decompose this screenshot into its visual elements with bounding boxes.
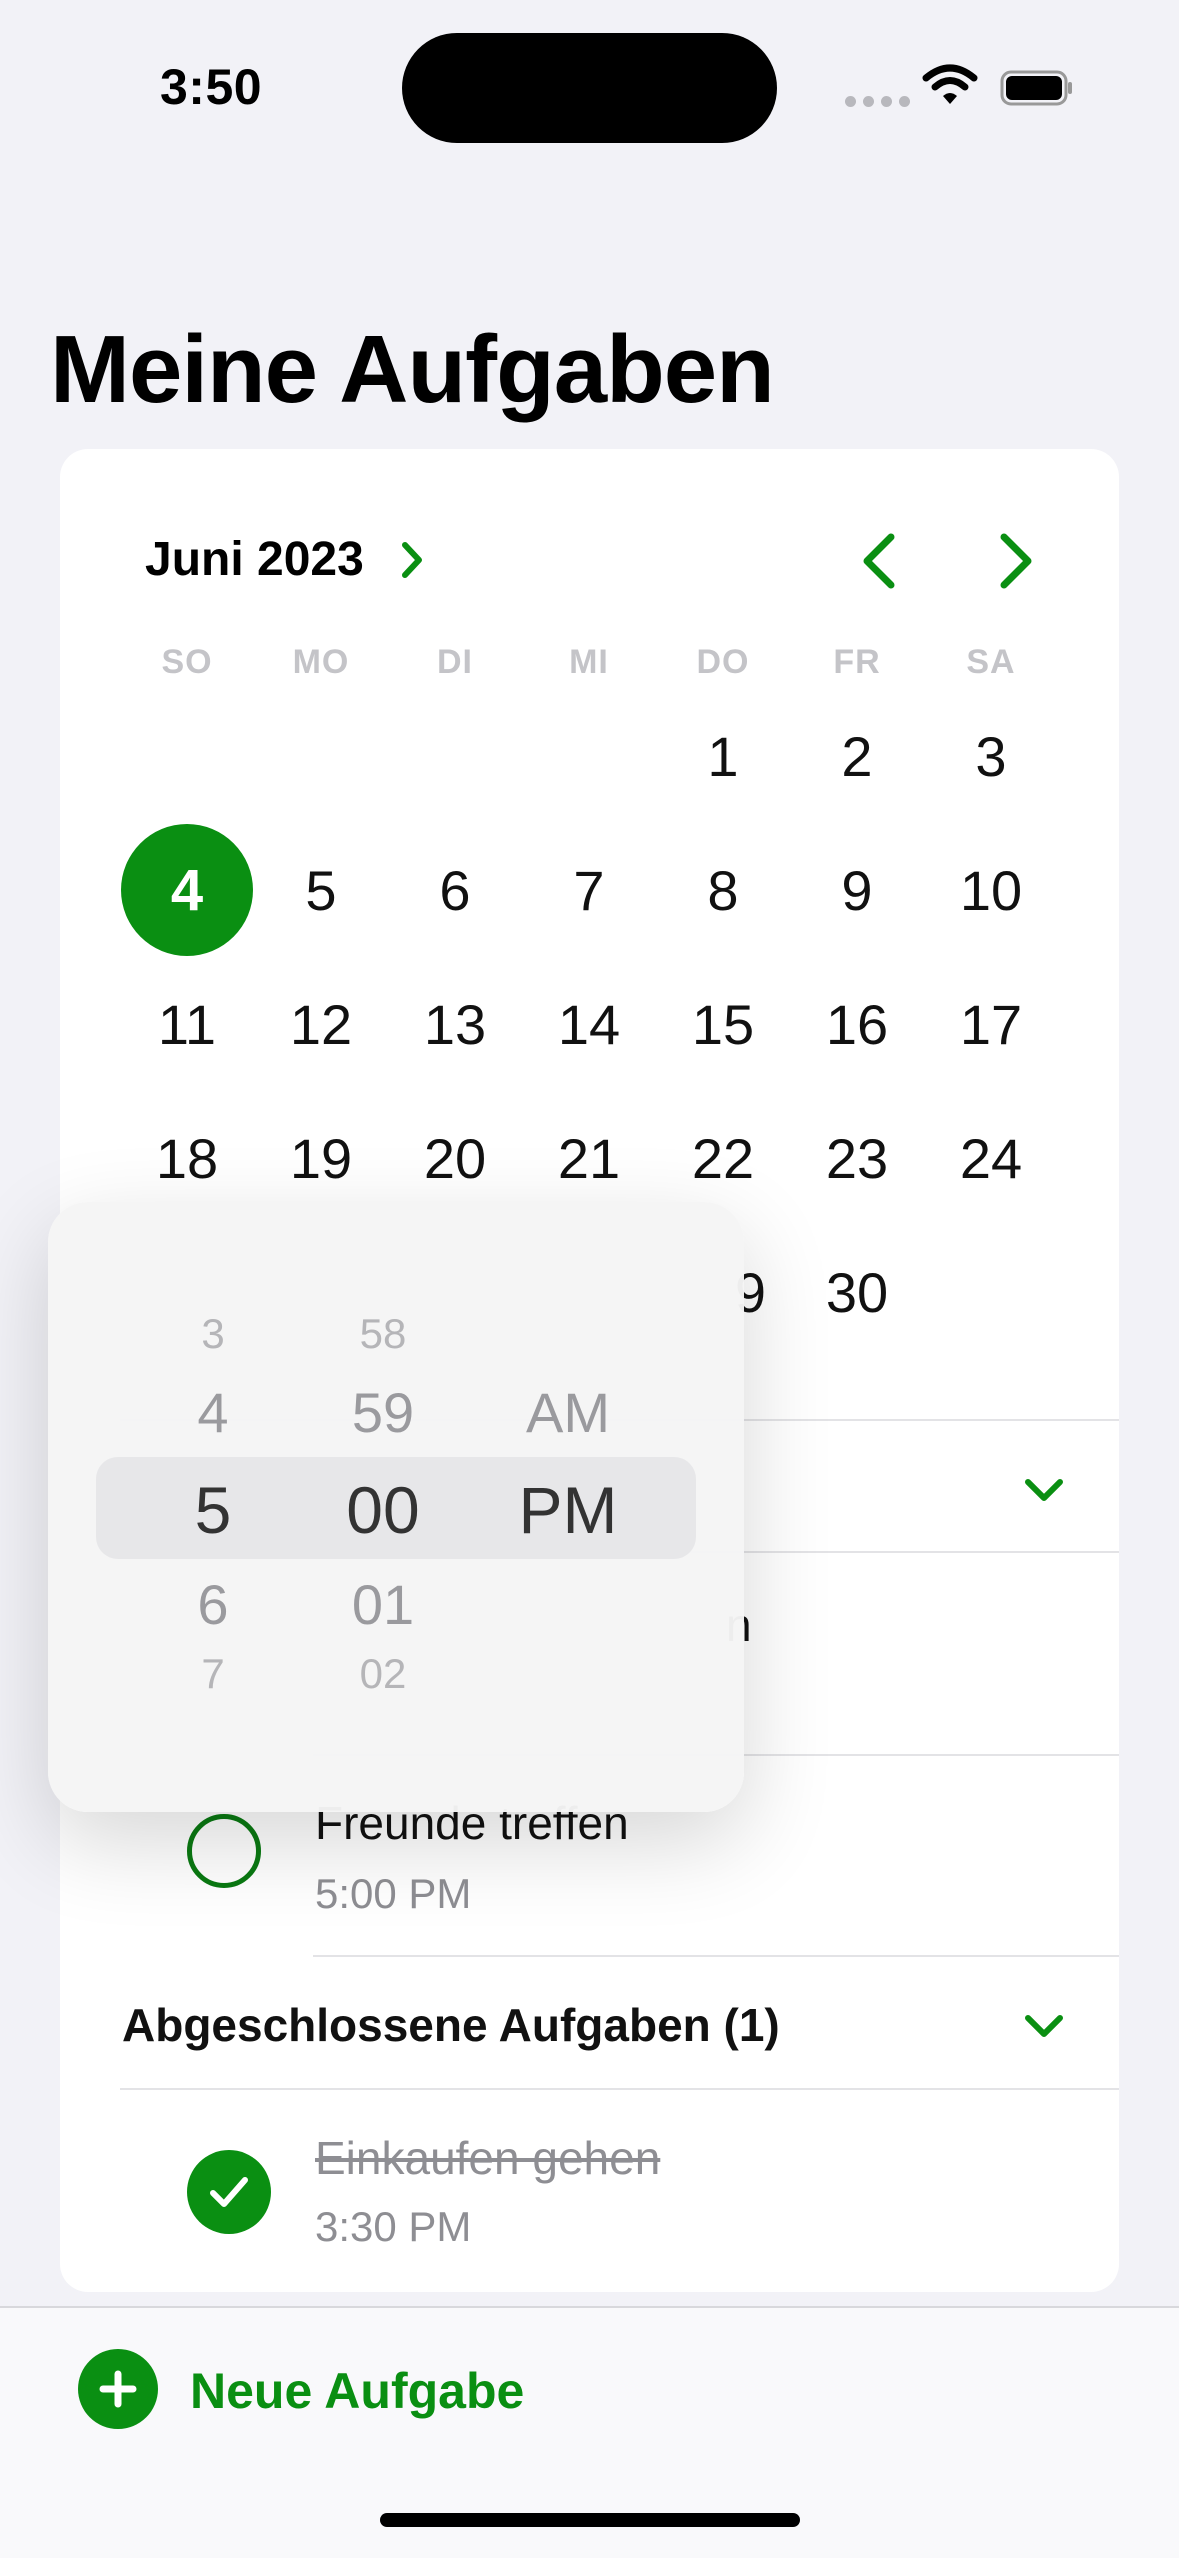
hour-wheel-item[interactable]: 4	[158, 1380, 268, 1445]
page-title: Meine Aufgaben	[50, 316, 775, 423]
calendar-day[interactable]: 22	[656, 1126, 790, 1191]
chevron-down-icon[interactable]	[1022, 2012, 1066, 2042]
minute-wheel-selected[interactable]: 00	[318, 1472, 448, 1548]
calendar-day[interactable]: 10	[924, 858, 1058, 923]
new-task-button-label[interactable]: Neue Aufgabe	[190, 2362, 524, 2420]
add-task-button[interactable]	[78, 2349, 158, 2429]
hour-wheel-selected[interactable]: 5	[158, 1472, 268, 1548]
previous-month-button[interactable]	[855, 529, 905, 593]
selected-calendar-day[interactable]: 4	[121, 824, 253, 956]
chevron-right-icon[interactable]	[397, 537, 427, 583]
task-checkbox-checked[interactable]	[187, 2150, 271, 2234]
calendar-day[interactable]: 12	[254, 992, 388, 1057]
hour-wheel-item[interactable]: 6	[158, 1572, 268, 1637]
task-time: 5:00 PM	[315, 1870, 472, 1917]
battery-icon	[1000, 70, 1072, 106]
wifi-icon	[922, 64, 978, 104]
weekday-label: SA	[966, 643, 1016, 681]
dynamic-island	[402, 33, 777, 143]
calendar-day[interactable]: 18	[120, 1126, 254, 1191]
hour-wheel-item[interactable]: 3	[158, 1310, 268, 1358]
calendar-day[interactable]: 15	[656, 992, 790, 1057]
weekday-label: SO	[161, 643, 213, 681]
calendar-day[interactable]: 24	[924, 1126, 1058, 1191]
weekday-label: MO	[292, 643, 350, 681]
calendar-day[interactable]: 7	[522, 858, 656, 923]
divider	[120, 2088, 1119, 2090]
next-month-button[interactable]	[990, 529, 1040, 593]
plus-icon	[99, 2370, 137, 2408]
task-title[interactable]: Einkaufen gehen	[315, 2131, 660, 2185]
checkmark-icon	[210, 2177, 248, 2207]
task-checkbox[interactable]	[187, 1814, 261, 1888]
time-picker-popover[interactable]: 3 4 5 6 7 58 59 00 01 02 AM PM	[48, 1202, 744, 1812]
chevron-down-icon[interactable]	[1022, 1476, 1066, 1506]
calendar-day[interactable]: 23	[790, 1126, 924, 1191]
calendar-day[interactable]: 14	[522, 992, 656, 1057]
minute-wheel-item[interactable]: 02	[318, 1650, 448, 1698]
weekday-label: MI	[569, 643, 609, 681]
period-wheel-item[interactable]: AM	[498, 1380, 638, 1445]
completed-section-header[interactable]: Abgeschlossene Aufgaben (1)	[122, 1998, 780, 2052]
weekday-label: FR	[833, 643, 881, 681]
task-time: 3:30 PM	[315, 2203, 472, 2250]
calendar-day[interactable]: 17	[924, 992, 1058, 1057]
calendar-day[interactable]: 30	[790, 1260, 924, 1325]
calendar-day[interactable]: 11	[120, 992, 254, 1057]
calendar-day[interactable]: 5	[254, 858, 388, 923]
minute-wheel-item[interactable]: 59	[318, 1380, 448, 1445]
status-time: 3:50	[160, 59, 263, 115]
cellular-signal-icon	[845, 96, 910, 107]
month-label[interactable]: Juni 2023	[145, 532, 364, 587]
weekday-label: DO	[696, 643, 750, 681]
calendar-day[interactable]: 16	[790, 992, 924, 1057]
calendar-day[interactable]: 21	[522, 1126, 656, 1191]
calendar-day[interactable]: 3	[924, 724, 1058, 789]
minute-wheel-item[interactable]: 01	[318, 1572, 448, 1637]
home-indicator[interactable]	[380, 2513, 800, 2527]
period-wheel-selected[interactable]: PM	[498, 1472, 638, 1548]
calendar-day[interactable]: 2	[790, 724, 924, 789]
calendar-day[interactable]: 19	[254, 1126, 388, 1191]
calendar-day[interactable]: 13	[388, 992, 522, 1057]
calendar-day[interactable]: 9	[790, 858, 924, 923]
divider	[313, 1955, 1119, 1957]
calendar-day[interactable]: 6	[388, 858, 522, 923]
hour-wheel-item[interactable]: 7	[158, 1650, 268, 1698]
calendar-day[interactable]: 8	[656, 858, 790, 923]
minute-wheel-item[interactable]: 58	[318, 1310, 448, 1358]
calendar-day[interactable]: 20	[388, 1126, 522, 1191]
calendar-day[interactable]: 1	[656, 724, 790, 789]
weekday-label: DI	[437, 643, 473, 681]
